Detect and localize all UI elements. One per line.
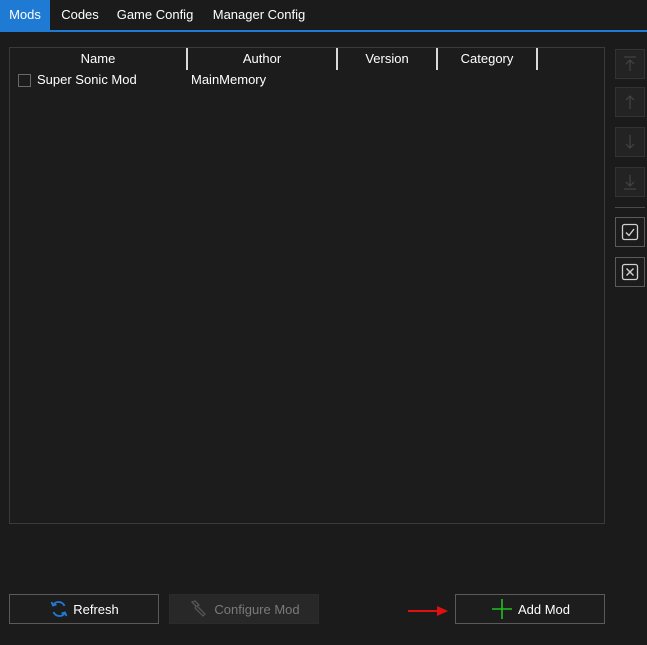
tab-manager-config[interactable]: Manager Config (205, 0, 313, 30)
add-mod-button[interactable]: Add Mod (455, 594, 605, 624)
configure-mod-button[interactable]: Configure Mod (169, 594, 319, 624)
uncheck-all-button[interactable] (615, 257, 645, 287)
column-header-row: Name Author Version Category (10, 48, 604, 70)
check-all-button[interactable] (615, 217, 645, 247)
move-to-top-icon (624, 56, 636, 71)
refresh-button[interactable]: Refresh (9, 594, 159, 624)
mod-list[interactable]: Name Author Version Category Super Sonic… (9, 47, 605, 524)
tab-bar: Mods Codes Game Config Manager Config (0, 0, 647, 32)
mod-author-cell: MainMemory (191, 72, 267, 87)
mod-list-row[interactable]: Super Sonic Mod MainMemory (10, 70, 604, 90)
move-to-bottom-button[interactable] (615, 167, 645, 197)
move-to-bottom-icon (624, 175, 636, 190)
add-mod-label: Add Mod (517, 601, 571, 617)
move-down-button[interactable] (615, 127, 645, 157)
move-up-button[interactable] (615, 87, 645, 117)
refresh-icon (50, 601, 68, 617)
column-header-version[interactable]: Version (338, 48, 436, 70)
tab-codes[interactable]: Codes (55, 0, 105, 30)
move-up-icon (625, 95, 635, 109)
tab-mods[interactable]: Mods (0, 0, 50, 30)
annotation-arrow-icon (408, 606, 448, 616)
column-separator[interactable] (536, 48, 538, 70)
move-down-icon (625, 135, 635, 149)
configure-mod-label: Configure Mod (214, 601, 300, 617)
column-header-author[interactable]: Author (188, 48, 336, 70)
move-to-top-button[interactable] (615, 49, 645, 79)
tab-game-config[interactable]: Game Config (110, 0, 200, 30)
check-all-icon (621, 223, 639, 241)
uncheck-all-icon (621, 263, 639, 281)
column-header-category[interactable]: Category (438, 48, 536, 70)
mod-name-cell: Super Sonic Mod (37, 72, 137, 87)
plus-icon (491, 599, 512, 619)
mod-enabled-checkbox[interactable] (18, 74, 31, 87)
mod-manager-window: Mods Codes Game Config Manager Config Na… (0, 0, 647, 645)
wrench-icon (191, 600, 207, 617)
refresh-label: Refresh (73, 601, 119, 617)
column-header-name[interactable]: Name (10, 48, 186, 70)
side-divider (615, 207, 645, 208)
